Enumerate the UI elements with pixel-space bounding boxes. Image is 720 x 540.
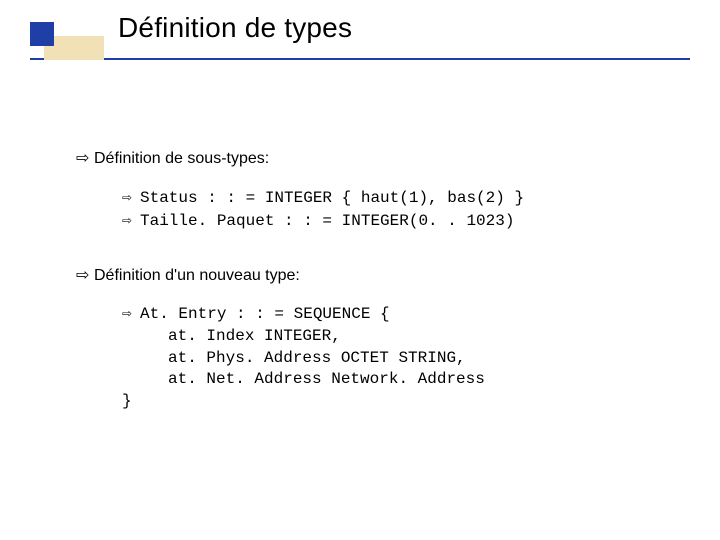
- bullet-arrow-icon: ⇨: [122, 211, 140, 233]
- code-text: Status : : = INTEGER { haut(1), bas(2) }: [140, 189, 524, 207]
- code-text: at. Phys. Address OCTET STRING,: [168, 349, 466, 367]
- code-line: at. Net. Address Network. Address: [168, 369, 696, 391]
- slide: Définition de types ⇨Définition de sous-…: [0, 0, 720, 540]
- bullet-arrow-icon: ⇨: [122, 188, 140, 210]
- section-heading-text: Définition d'un nouveau type:: [94, 267, 300, 284]
- bullet-arrow-icon: ⇨: [122, 304, 140, 326]
- code-line: ⇨Taille. Paquet : : = INTEGER(0. . 1023): [122, 211, 696, 233]
- code-line: ⇨At. Entry : : = SEQUENCE {: [122, 304, 696, 326]
- code-text: }: [122, 392, 132, 410]
- code-text: at. Net. Address Network. Address: [168, 370, 485, 388]
- section-heading-text: Définition de sous-types:: [94, 150, 269, 167]
- slide-title: Définition de types: [118, 12, 352, 44]
- code-line: ⇨Status : : = INTEGER { haut(1), bas(2) …: [122, 188, 696, 210]
- code-line: }: [122, 391, 696, 413]
- section-heading: ⇨Définition de sous-types:: [76, 148, 696, 170]
- code-text: At. Entry : : = SEQUENCE {: [140, 305, 390, 323]
- bullet-arrow-icon: ⇨: [76, 148, 94, 170]
- code-text: Taille. Paquet : : = INTEGER(0. . 1023): [140, 212, 514, 230]
- code-line: at. Phys. Address OCTET STRING,: [168, 348, 696, 370]
- code-line: at. Index INTEGER,: [168, 326, 696, 348]
- corner-accent-square: [30, 22, 54, 46]
- code-text: at. Index INTEGER,: [168, 327, 341, 345]
- bullet-arrow-icon: ⇨: [76, 265, 94, 287]
- section-heading: ⇨Définition d'un nouveau type:: [76, 265, 696, 287]
- slide-body: ⇨Définition de sous-types: ⇨Status : : =…: [76, 148, 696, 412]
- title-underline: [30, 58, 690, 60]
